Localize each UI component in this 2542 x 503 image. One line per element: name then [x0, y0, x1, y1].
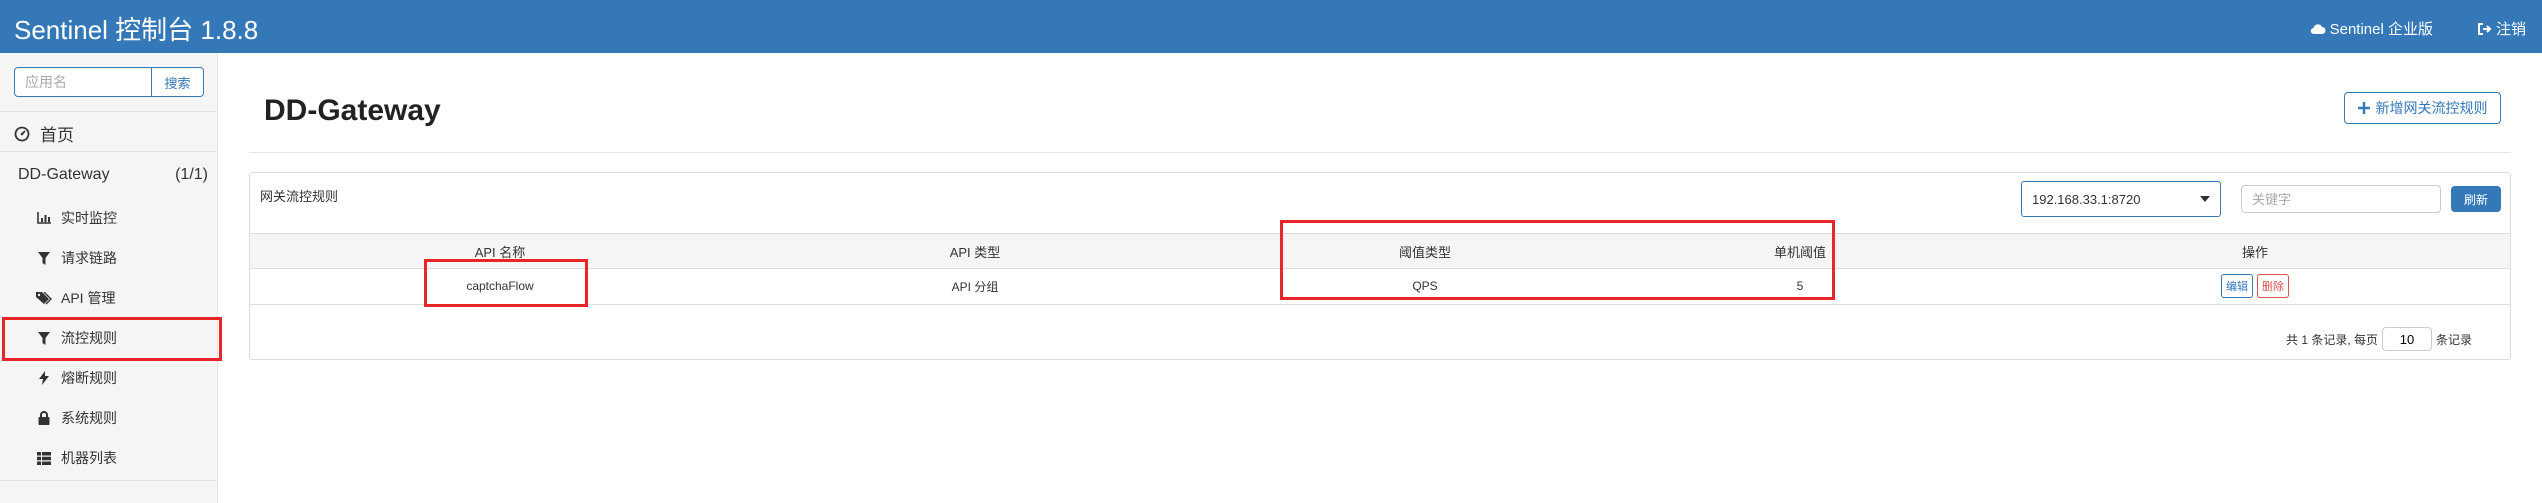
page-title: DD-Gateway — [264, 94, 441, 127]
logout-label: 注销 — [2495, 21, 2526, 38]
bar-chart-icon — [36, 212, 52, 224]
pager-suffix: 条记录 — [2436, 332, 2473, 347]
brand-title[interactable]: Sentinel 控制台 1.8.8 — [14, 10, 258, 47]
sidebar-item-degrade-rules[interactable]: 熔断规则 — [0, 358, 218, 398]
sidebar-item-label: 机器列表 — [61, 450, 117, 466]
cell-threshold: 5 — [1796, 279, 1804, 293]
dashboard-icon — [14, 126, 30, 141]
keyword-input[interactable] — [2241, 185, 2441, 213]
column-header-api-name: API 名称 — [474, 244, 526, 260]
sidebar-divider — [0, 151, 218, 152]
sidebar-item-api-management[interactable]: API 管理 — [0, 278, 218, 318]
sidebar-item-realtime-monitor[interactable]: 实时监控 — [0, 198, 218, 238]
th-list-icon — [36, 451, 52, 465]
table-header: API 名称 API 类型 阈值类型 单机阈值 操作 — [250, 233, 2510, 269]
sidebar-item-machine-list[interactable]: 机器列表 — [0, 438, 218, 478]
enterprise-link[interactable]: Sentinel 企业版 — [2310, 18, 2433, 39]
cell-threshold-type: QPS — [1412, 279, 1438, 293]
cell-actions: 编辑 删除 — [2000, 269, 2510, 303]
machine-select[interactable]: 192.168.33.1:8720 — [2021, 181, 2221, 217]
column-header-threshold-type: 阈值类型 — [1398, 244, 1451, 260]
column-header-api-type: API 类型 — [949, 244, 1001, 260]
logout-icon — [2477, 22, 2492, 35]
edit-button[interactable]: 编辑 — [2221, 274, 2253, 298]
filter-icon — [36, 251, 52, 265]
add-button-label: 新增网关流控规则 — [2375, 100, 2488, 116]
cell-api-type: API 分组 — [951, 279, 999, 294]
sidebar-divider — [0, 111, 218, 112]
title-divider — [249, 152, 2511, 153]
sidebar: 搜索 首页 DD-Gateway (1/1) 实时监控 请求链路 API 管理 … — [0, 53, 218, 503]
pager-prefix: 共 1 条记录, 每页 — [2286, 332, 2379, 347]
cell-api-name: captchaFlow — [466, 279, 534, 293]
page-size-input[interactable] — [2382, 327, 2433, 351]
add-gateway-flow-rule-button[interactable]: 新增网关流控规则 — [2344, 92, 2501, 124]
enterprise-label: Sentinel 企业版 — [2329, 21, 2433, 38]
home-label: 首页 — [40, 126, 74, 145]
sidebar-divider — [0, 480, 218, 481]
logout-link[interactable]: 注销 — [2477, 18, 2526, 39]
sidebar-item-system-rules[interactable]: 系统规则 — [0, 398, 218, 438]
sidebar-item-request-chain[interactable]: 请求链路 — [0, 238, 218, 278]
flash-icon — [36, 371, 52, 385]
machine-select-value: 192.168.33.1:8720 — [2032, 191, 2141, 207]
sidebar-item-flow-rules[interactable]: 流控规则 — [0, 318, 218, 358]
sidebar-item-label: API 管理 — [61, 290, 116, 306]
column-header-threshold: 单机阈值 — [1773, 244, 1826, 260]
sidebar-item-label: 熔断规则 — [61, 370, 117, 386]
plus-icon — [2357, 102, 2370, 114]
pagination: 共 1 条记录, 每页 条记录 — [2286, 327, 2472, 351]
sidebar-item-home[interactable]: 首页 — [14, 121, 74, 146]
gateway-flow-rules-panel: 网关流控规则 192.168.33.1:8720 刷新 API 名称 API 类… — [249, 172, 2511, 360]
app-count: (1/1) — [175, 166, 208, 183]
table-row: captchaFlow API 分组 QPS 5 编辑 删除 — [250, 269, 2510, 305]
delete-button[interactable]: 删除 — [2257, 274, 2289, 298]
sidebar-app-dd-gateway[interactable]: DD-Gateway (1/1) — [18, 166, 208, 184]
tags-icon — [36, 291, 52, 305]
sidebar-item-label: 系统规则 — [61, 410, 117, 426]
lock-icon — [36, 411, 52, 425]
sidebar-item-label: 实时监控 — [61, 210, 117, 226]
panel-title: 网关流控规则 — [260, 189, 339, 204]
cloud-icon — [2310, 23, 2326, 34]
caret-down-icon — [2200, 196, 2210, 202]
app-search: 搜索 — [14, 67, 204, 97]
app-search-input[interactable] — [14, 67, 152, 97]
filter-icon — [36, 331, 52, 345]
app-name: DD-Gateway — [18, 166, 110, 183]
sidebar-item-label: 请求链路 — [61, 250, 117, 266]
navbar-right: Sentinel 企业版 注销 — [2310, 18, 2526, 39]
app-search-button[interactable]: 搜索 — [152, 67, 204, 97]
refresh-button[interactable]: 刷新 — [2451, 186, 2501, 212]
column-header-actions: 操作 — [2241, 244, 2268, 260]
top-navbar: Sentinel 控制台 1.8.8 Sentinel 企业版 注销 — [0, 0, 2542, 53]
sidebar-item-label: 流控规则 — [61, 330, 117, 346]
